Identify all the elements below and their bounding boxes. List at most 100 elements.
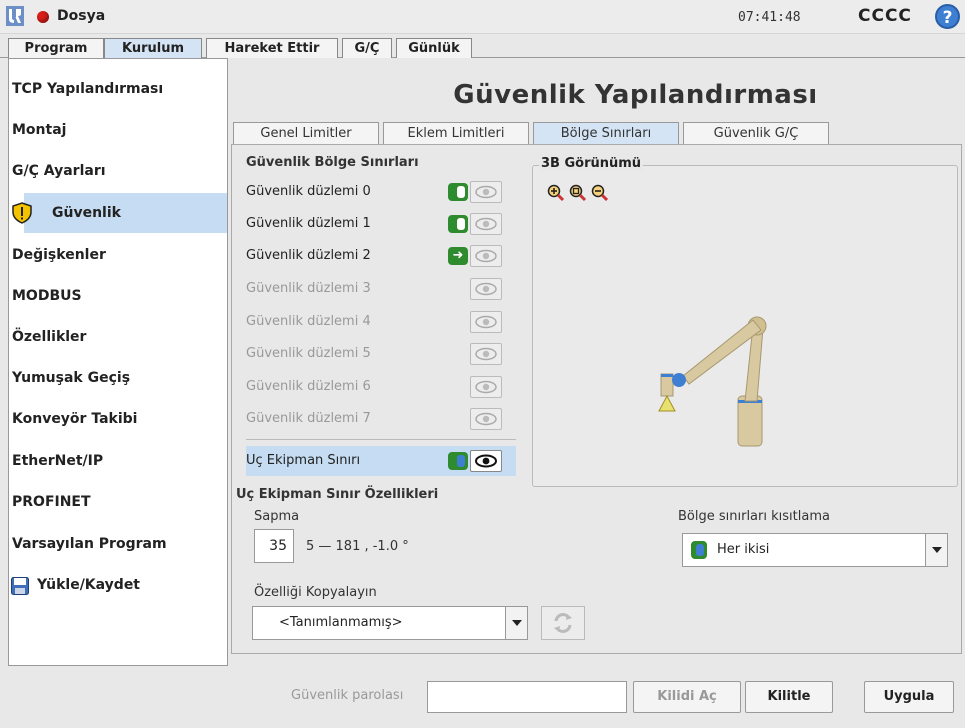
copy-feature-select[interactable]: <Tanımlanmamış> [252, 606, 528, 640]
sub-tabs: Genel Limitler Eklem Limitleri Bölge Sın… [229, 122, 962, 144]
plane-row-2[interactable]: Güvenlik düzlemi 2 ➜ [246, 241, 516, 271]
visibility-button[interactable] [470, 311, 502, 333]
sidebar-item-io-setup[interactable]: G/Ç Ayarları [9, 151, 227, 191]
tab-move[interactable]: Hareket Ettir [206, 38, 338, 59]
sidebar: TCP Yapılandırması Montaj G/Ç Ayarları G… [8, 58, 228, 666]
divider [246, 439, 516, 440]
eye-icon [475, 412, 497, 426]
tool-props-title: Uç Ekipman Sınır Özellikleri [236, 487, 439, 502]
tab-joint-limits[interactable]: Eklem Limitleri [383, 122, 529, 144]
tab-boundaries[interactable]: Bölge Sınırları [533, 122, 679, 144]
eye-icon [475, 315, 497, 329]
view3d-panel[interactable]: 3B Görünümü [532, 156, 958, 487]
clock: 07:41:48 [738, 10, 801, 25]
toggle-on-icon[interactable] [448, 215, 468, 233]
restriction-value: Her ikisi [717, 542, 770, 557]
zoom-fit-icon[interactable] [569, 184, 587, 202]
visibility-button[interactable] [470, 245, 502, 267]
lock-button[interactable]: Kilitle [745, 681, 833, 713]
chevron-down-icon[interactable] [505, 607, 527, 639]
plane-label: Güvenlik düzlemi 5 [246, 346, 371, 361]
plane-row-4[interactable]: Güvenlik düzlemi 4 [246, 307, 516, 337]
eye-icon [475, 217, 497, 231]
trigger-reduced-icon[interactable]: ➜ [448, 247, 468, 265]
sidebar-item-ethernetip[interactable]: EtherNet/IP [9, 441, 227, 481]
copy-feature-value: <Tanımlanmamış> [279, 615, 403, 630]
copy-feature-label: Özelliği Kopyalayın [254, 585, 377, 600]
visibility-button[interactable] [470, 181, 502, 203]
eye-icon [475, 282, 497, 296]
top-tabs: Program Kurulum Hareket Ettir G/Ç Günlük [0, 36, 965, 59]
apply-button[interactable]: Uygula [864, 681, 954, 713]
tab-log[interactable]: Günlük [396, 38, 472, 59]
zoom-out-icon[interactable] [591, 184, 609, 202]
help-icon[interactable]: ? [935, 4, 960, 29]
sidebar-item-tcp[interactable]: TCP Yapılandırması [9, 69, 227, 109]
plane-row-1[interactable]: Güvenlik düzlemi 1 [246, 209, 516, 239]
sidebar-item-label: Güvenlik [52, 205, 121, 221]
password-input[interactable] [427, 681, 627, 713]
sidebar-item-safety[interactable]: Güvenlik [12, 193, 227, 233]
sidebar-item-modbus[interactable]: MODBUS [9, 276, 227, 316]
save-icon [11, 577, 29, 595]
restriction-label: Bölge sınırları kısıtlama [678, 509, 830, 524]
plane-row-0[interactable]: Güvenlik düzlemi 0 [246, 177, 516, 207]
sidebar-item-smooth-transition[interactable]: Yumuşak Geçiş [9, 358, 227, 398]
title-bar: Dosya 07:41:48 CCCC ? [0, 0, 965, 34]
sidebar-item-label: Yükle/Kaydet [37, 577, 141, 593]
sidebar-item-conveyor[interactable]: Konveyör Takibi [9, 399, 227, 439]
eye-icon [475, 454, 497, 468]
zoom-in-icon[interactable] [547, 184, 565, 202]
visibility-button[interactable] [470, 278, 502, 300]
visibility-button[interactable] [470, 450, 502, 472]
ur-logo-icon [6, 6, 24, 26]
restriction-select[interactable]: Her ikisi [682, 533, 948, 567]
tool-boundary-label: Uç Ekipman Sınırı [246, 453, 361, 468]
sidebar-item-mounting[interactable]: Montaj [9, 110, 227, 150]
refresh-icon [554, 613, 572, 633]
deviation-label: Sapma [254, 509, 300, 524]
deviation-input[interactable]: 35 [254, 529, 294, 563]
tab-io[interactable]: G/Ç [342, 38, 392, 59]
sidebar-item-features[interactable]: Özellikler [9, 317, 227, 357]
plane-row-6[interactable]: Güvenlik düzlemi 6 [246, 372, 516, 402]
tool-boundary-row[interactable]: Uç Ekipman Sınırı [246, 446, 516, 476]
visibility-button[interactable] [470, 408, 502, 430]
eye-icon [475, 185, 497, 199]
eye-icon [475, 380, 497, 394]
toggle-on-icon[interactable] [448, 183, 468, 201]
refresh-button[interactable] [541, 606, 585, 640]
tab-general-limits[interactable]: Genel Limitler [233, 122, 379, 144]
chevron-down-icon[interactable] [925, 534, 947, 566]
visibility-button[interactable] [470, 213, 502, 235]
sidebar-item-load-save[interactable]: Yükle/Kaydet [9, 565, 227, 605]
tab-installation[interactable]: Kurulum [104, 38, 202, 59]
view3d-title: 3B Görünümü [539, 156, 644, 171]
file-menu[interactable]: Dosya [57, 8, 105, 24]
plane-label: Güvenlik düzlemi 7 [246, 411, 371, 426]
visibility-button[interactable] [470, 376, 502, 398]
page-title: Güvenlik Yapılandırması [453, 80, 818, 110]
plane-label: Güvenlik düzlemi 2 [246, 248, 371, 263]
visibility-button[interactable] [470, 343, 502, 365]
sidebar-item-default-program[interactable]: Varsayılan Program [9, 524, 227, 564]
plane-label: Güvenlik düzlemi 6 [246, 379, 371, 394]
boundaries-panel: Güvenlik Bölge Sınırları Güvenlik düzlem… [231, 144, 962, 654]
plane-label: Güvenlik düzlemi 0 [246, 184, 371, 199]
password-label: Güvenlik parolası [291, 688, 404, 703]
shield-warning-icon [12, 202, 32, 224]
sidebar-item-variables[interactable]: Değişkenler [9, 235, 227, 275]
unlock-button[interactable]: Kilidi Aç [633, 681, 741, 713]
plane-label: Güvenlik düzlemi 1 [246, 216, 371, 231]
tab-safety-io[interactable]: Güvenlik G/Ç [683, 122, 829, 144]
sidebar-item-profinet[interactable]: PROFINET [9, 482, 227, 522]
eye-icon [475, 249, 497, 263]
robot-arm-illustration [658, 316, 767, 447]
plane-row-5[interactable]: Güvenlik düzlemi 5 [246, 339, 516, 369]
robot-status-icon[interactable] [37, 11, 49, 23]
tab-program[interactable]: Program [8, 38, 104, 59]
plane-row-7[interactable]: Güvenlik düzlemi 7 [246, 404, 516, 434]
toggle-on-icon [691, 541, 707, 559]
plane-row-3[interactable]: Güvenlik düzlemi 3 [246, 274, 516, 304]
toggle-on-icon[interactable] [448, 452, 468, 470]
